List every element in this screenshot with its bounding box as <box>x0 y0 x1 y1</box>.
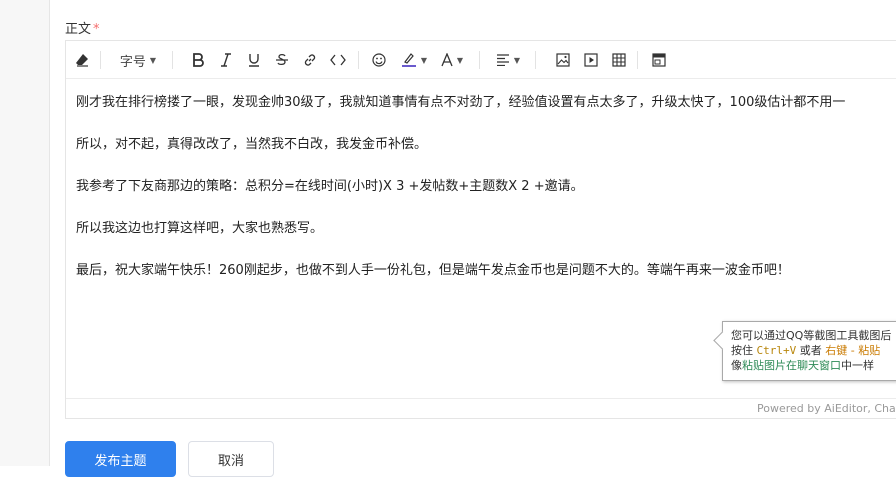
chevron-down-icon: ▼ <box>456 55 464 65</box>
editor-content[interactable]: 刚才我在排行榜搂了一眼，发现金帅30级了，我就知道事情有点不对劲了，经验值设置有… <box>76 93 896 303</box>
image-icon[interactable] <box>553 50 573 70</box>
tooltip-text: 像 <box>731 359 742 372</box>
tooltip-shortcut: 右键 - 粘贴 <box>825 344 881 357</box>
tooltip-line: 像粘贴图片在聊天窗口中一样 <box>731 358 896 373</box>
required-mark: * <box>93 22 100 37</box>
underline-icon[interactable] <box>244 50 264 70</box>
paste-image-tooltip: 您可以通过QQ等截图工具截图后 按住 Ctrl+V 或者 右键 - 粘贴 像粘贴… <box>713 321 896 381</box>
publish-button[interactable]: 发布主题 <box>65 441 176 477</box>
tooltip-text: 或者 <box>799 344 822 357</box>
font-size-dropdown[interactable]: 字号 ▼ <box>116 50 160 70</box>
content-paragraph: 刚才我在排行榜搂了一眼，发现金帅30级了，我就知道事情有点不对劲了，经验值设置有… <box>76 95 846 110</box>
font-color-icon[interactable]: ▼ <box>436 50 468 70</box>
align-icon[interactable]: ▼ <box>492 50 524 70</box>
code-icon[interactable] <box>328 50 348 70</box>
bold-icon[interactable] <box>188 50 208 70</box>
toolbar-separator <box>637 51 638 69</box>
italic-icon[interactable] <box>216 50 236 70</box>
eraser-icon[interactable] <box>72 50 92 70</box>
tooltip-line: 您可以通过QQ等截图工具截图后 <box>731 329 892 342</box>
editor-toolbar: 字号 ▼ ▼ ▼ ▼ <box>66 41 896 79</box>
tooltip-shortcut: Ctrl+V <box>756 344 797 357</box>
chevron-down-icon: ▼ <box>149 55 157 65</box>
toolbar-separator <box>358 51 359 69</box>
cancel-button[interactable]: 取消 <box>188 441 274 477</box>
chevron-down-icon: ▼ <box>513 55 521 65</box>
tooltip-text: 中一样 <box>841 359 874 372</box>
left-gutter <box>0 0 50 466</box>
source-icon[interactable] <box>649 50 669 70</box>
tooltip-text: 按住 <box>731 344 753 357</box>
link-icon[interactable] <box>300 50 320 70</box>
toolbar-separator <box>172 51 173 69</box>
tooltip-line: 按住 Ctrl+V 或者 右键 - 粘贴 <box>731 343 896 358</box>
table-icon[interactable] <box>609 50 629 70</box>
tooltip-highlight: 粘贴图片在聊天窗口 <box>742 359 841 372</box>
content-paragraph: 所以我这边也打算这样吧，大家也熟悉写。 <box>76 221 324 236</box>
emoji-icon[interactable] <box>369 50 389 70</box>
body-field-label: 正文 * <box>65 18 100 37</box>
strikethrough-icon[interactable] <box>272 50 292 70</box>
content-paragraph: 所以，对不起，真得改改了，当然我不白改，我发金币补偿。 <box>76 137 428 152</box>
highlight-icon[interactable]: ▼ <box>398 50 430 70</box>
chevron-down-icon: ▼ <box>420 55 428 65</box>
toolbar-separator <box>100 51 101 69</box>
toolbar-separator <box>479 51 480 69</box>
content-paragraph: 我参考了下友商那边的策略：总积分=在线时间(小时)X 3 +发帖数+主题数X 2… <box>76 179 584 194</box>
content-paragraph: 最后，祝大家端午快乐！260刚起步，也做不到人手一份礼包，但是端午发点金币也是问… <box>76 263 790 278</box>
video-icon[interactable] <box>581 50 601 70</box>
body-label-text: 正文 <box>65 22 92 37</box>
font-size-label: 字号 <box>119 54 146 70</box>
toolbar-separator <box>535 51 536 69</box>
powered-by-footer: Powered by AiEditor, Char <box>66 398 896 418</box>
